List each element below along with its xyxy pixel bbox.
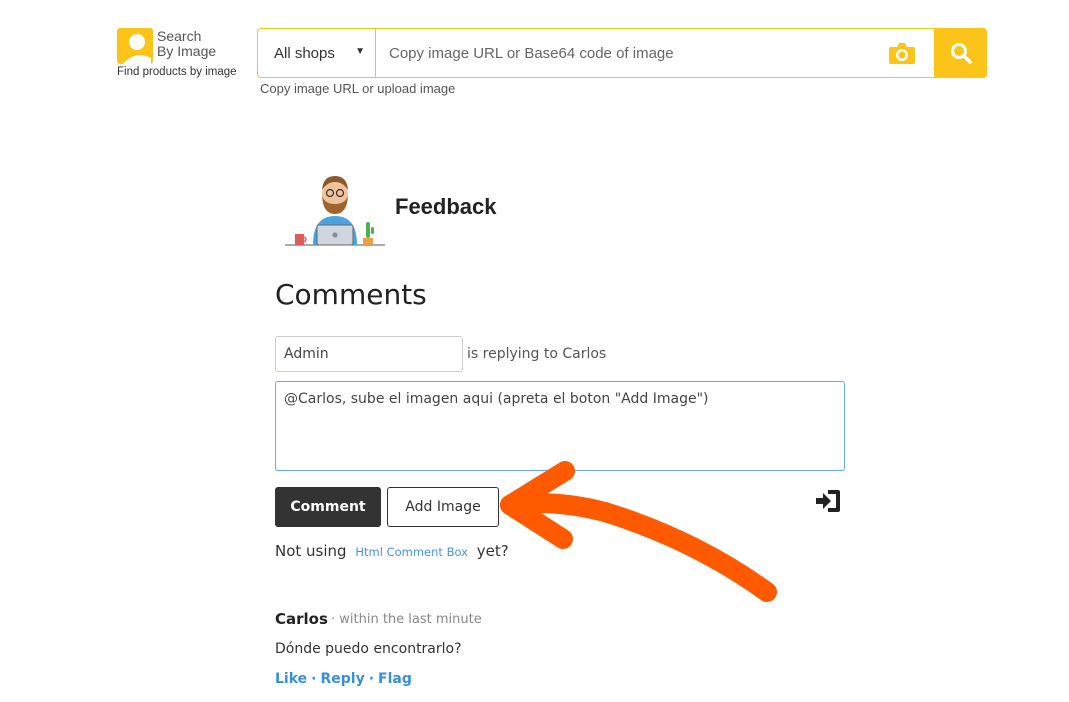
camera-icon[interactable] (888, 40, 916, 66)
replying-to-text: is replying to Carlos (467, 346, 607, 362)
comment-author: Carlos (275, 610, 328, 628)
logo-icon (117, 28, 153, 64)
like-link[interactable]: Like (275, 671, 307, 687)
search-icon (950, 43, 972, 64)
annotation-arrow (500, 461, 777, 602)
comments-heading: Comments (275, 278, 427, 311)
chevron-down-icon: ▼ (355, 46, 365, 57)
sign-in-icon[interactable] (814, 487, 842, 515)
search-button[interactable] (934, 28, 987, 78)
comment-actions: Like · Reply · Flag (275, 671, 412, 687)
comment-button[interactable]: Comment (275, 487, 381, 527)
shop-select-value: All shops (274, 44, 335, 62)
feedback-title: Feedback (395, 194, 497, 219)
logo-tagline: Find products by image (117, 66, 237, 78)
developer-illustration (285, 176, 385, 246)
separator: · (368, 671, 375, 687)
separator: · (311, 671, 317, 687)
reply-link[interactable]: Reply (320, 671, 364, 687)
image-url-input[interactable] (377, 29, 927, 77)
site-logo[interactable]: Search By Image Find products by image (115, 28, 255, 84)
not-using-prefix: Not using (275, 542, 347, 560)
not-using-line: Not using Html Comment Box yet? (275, 542, 509, 560)
flag-link[interactable]: Flag (378, 671, 412, 687)
search-bar: All shops ▼ (257, 28, 987, 78)
logo-line2: By Image (157, 43, 217, 59)
comment-body: Dónde puedo encontrarlo? (275, 641, 462, 657)
shop-select[interactable]: All shops ▼ (258, 29, 376, 77)
comment-timestamp: · within the last minute (331, 612, 482, 627)
add-image-button[interactable]: Add Image (387, 487, 499, 527)
name-field[interactable] (275, 336, 463, 372)
logo-line1: Search (157, 28, 202, 44)
html-comment-box-link[interactable]: Html Comment Box (355, 545, 468, 559)
search-hint: Copy image URL or upload image (260, 81, 456, 96)
